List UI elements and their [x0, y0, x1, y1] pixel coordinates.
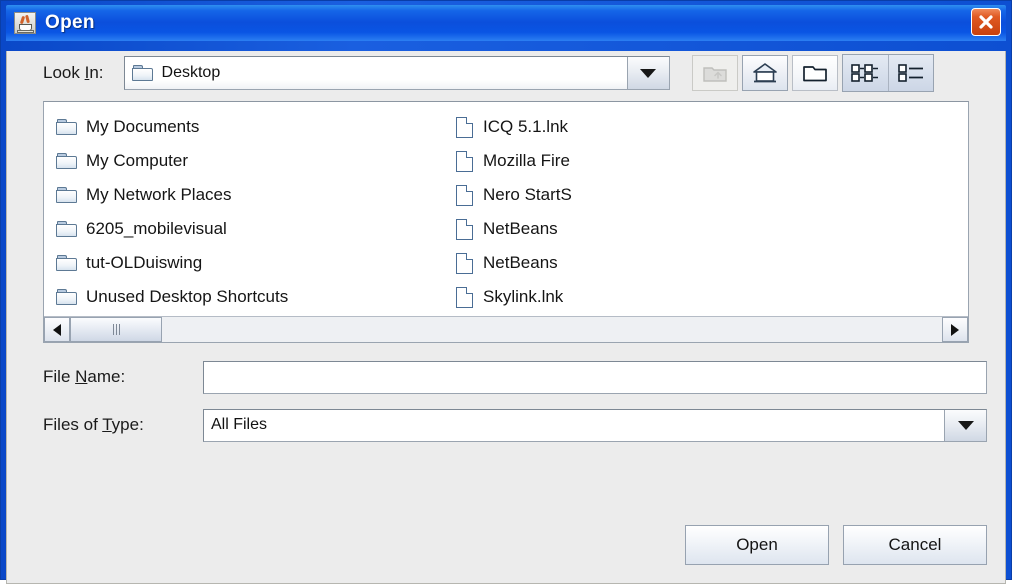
new-folder-icon [802, 66, 827, 82]
list-view-button[interactable] [843, 55, 888, 91]
file-list-item-label: My Network Places [86, 185, 232, 204]
file-list-item-label: My Computer [86, 151, 189, 170]
file-icon [456, 116, 473, 138]
file-icon [456, 252, 473, 274]
file-list-item-label: NetBeans [483, 219, 558, 238]
folder-icon [56, 221, 77, 237]
home-icon [752, 63, 777, 83]
folder-icon [56, 187, 77, 203]
files-of-type-row: Files of Type: All Files [43, 407, 987, 443]
look-in-dropdown-arrow-button[interactable] [626, 57, 669, 89]
file-list-item[interactable]: NetBeans [450, 212, 850, 246]
file-list-item-label: Mozilla Fire [483, 151, 570, 170]
file-list: My Documents My Computer My Network Places… [44, 102, 968, 316]
open-file-dialog-window: Open Look In: Desktop My Documents My Co… [0, 0, 1012, 584]
folder-icon [56, 119, 77, 135]
file-icon [456, 184, 473, 206]
folder-up-icon [702, 67, 727, 82]
file-list-item[interactable]: My Documents [50, 110, 450, 144]
list-view-icon [851, 64, 879, 82]
arrow-left-icon [53, 323, 61, 336]
file-list-item[interactable]: My Network Places [50, 178, 450, 212]
file-list-item-label: ICQ 5.1.lnk [483, 117, 569, 136]
look-in-label: Look In: [43, 63, 104, 82]
close-button[interactable] [971, 8, 1001, 36]
file-name-mnemonic: N [75, 367, 88, 386]
close-icon [979, 15, 993, 29]
details-view-button[interactable] [887, 55, 933, 91]
file-icon [456, 150, 473, 172]
horizontal-scrollbar[interactable] [44, 316, 968, 342]
file-icon [456, 286, 473, 308]
java-coffee-cup-icon [14, 12, 36, 34]
chevron-down-icon [640, 68, 657, 78]
folder-icon [56, 289, 77, 305]
file-list-item[interactable]: tut-OLDuiswing [50, 246, 450, 280]
file-list-item-label: Unused Desktop Shortcuts [86, 287, 289, 306]
open-button[interactable]: Open [685, 525, 829, 565]
file-list-item-label: 6205_mobilevisual [86, 219, 227, 238]
scroll-left-button[interactable] [44, 317, 70, 342]
window-title: Open [45, 12, 95, 33]
look-in-combobox[interactable]: Desktop [123, 56, 670, 90]
file-list-item-label: Nero StartS [483, 185, 572, 204]
title-bar: Open [6, 5, 1006, 41]
dialog-button-row: Open Cancel [685, 525, 987, 565]
files-of-type-value: All Files [211, 416, 268, 433]
details-view-icon [897, 64, 923, 82]
file-icon [456, 218, 473, 240]
look-in-value: Desktop [161, 64, 221, 81]
file-list-item[interactable]: Skylink.lnk [450, 280, 850, 314]
file-list-item[interactable]: Nero StartS [450, 178, 850, 212]
file-list-item[interactable]: Mozilla Fire [450, 144, 850, 178]
files-of-type-label: Files of Type: [43, 415, 144, 434]
view-mode-button-group [841, 54, 934, 92]
file-list-item[interactable]: Unused Desktop Shortcuts [50, 280, 450, 314]
file-name-row: File Name: [43, 359, 987, 395]
file-chooser-toolbar [691, 54, 934, 92]
file-list-item[interactable]: ICQ 5.1.lnk [450, 110, 850, 144]
folder-icon [56, 153, 77, 169]
up-one-level-button[interactable] [691, 55, 738, 91]
files-of-type-mnemonic: T [102, 415, 112, 434]
create-new-folder-button[interactable] [791, 55, 838, 91]
file-list-item-label: My Documents [86, 117, 200, 136]
file-name-label: File Name: [43, 367, 126, 386]
look-in-value-area[interactable]: Desktop [124, 57, 627, 89]
file-name-input[interactable] [203, 360, 987, 394]
files-of-type-combobox[interactable]: All Files [203, 408, 987, 442]
file-list-item[interactable]: My Computer [50, 144, 450, 178]
look-in-row: Look In: Desktop [7, 51, 1005, 95]
file-list-item-label: Skylink.lnk [483, 287, 564, 306]
files-of-type-dropdown-arrow-button[interactable] [944, 409, 986, 441]
dialog-body: Look In: Desktop My Documents My Compute… [6, 51, 1006, 584]
folder-icon [56, 255, 77, 271]
file-list-panel[interactable]: My Documents My Computer My Network Places… [43, 101, 969, 343]
file-list-item-label: tut-OLDuiswing [86, 253, 203, 272]
home-button[interactable] [741, 55, 788, 91]
file-list-item-label: NetBeans [483, 253, 558, 272]
chevron-down-icon [957, 420, 974, 430]
scrollbar-track[interactable] [70, 317, 942, 342]
folder-icon [131, 65, 153, 81]
cancel-button[interactable]: Cancel [843, 525, 987, 565]
scrollbar-thumb[interactable] [70, 317, 162, 342]
file-list-item[interactable]: 6205_mobilevisual [50, 212, 450, 246]
arrow-right-icon [951, 323, 959, 336]
file-list-item[interactable]: NetBeans [450, 246, 850, 280]
scroll-right-button[interactable] [942, 317, 968, 342]
